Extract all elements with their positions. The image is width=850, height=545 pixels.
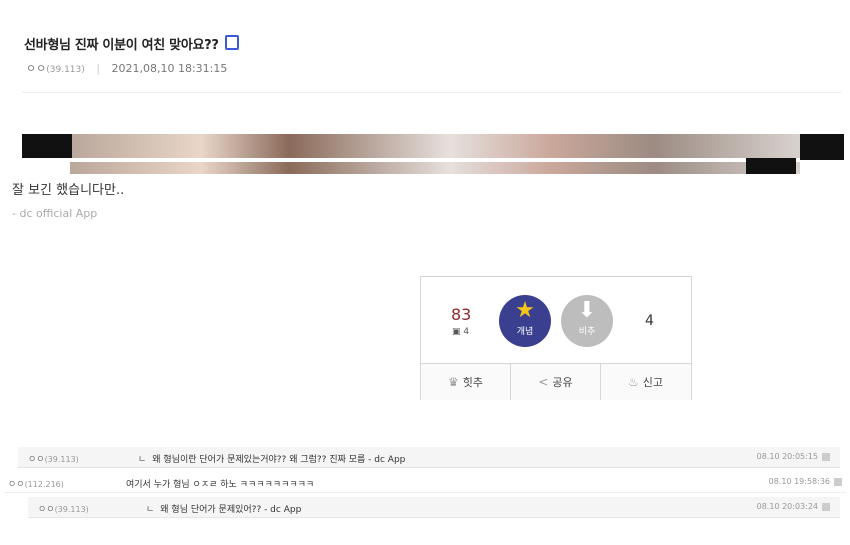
siren-icon: ♨ bbox=[627, 375, 639, 389]
comment-date: 08.10 19:58:36 bbox=[768, 477, 830, 486]
arrow-down-icon: ⬇ bbox=[577, 298, 597, 323]
comment-date: 08.10 20:03:24 bbox=[756, 502, 818, 511]
recommend-box: 83 ▣ 4 ★ 개념 ⬇ 비추 4 ♛ 힛추 < 공유 ♨ 신고 bbox=[420, 276, 692, 400]
post-title: 선바형님 진짜 이분이 여친 맞아요?? bbox=[24, 34, 239, 53]
delete-comment-icon[interactable] bbox=[834, 478, 842, 486]
comment-row: ㅇㅇ(39.113) ㄴ왜 형님 단어가 문제있어?? - dc App 08.… bbox=[28, 497, 840, 518]
meta-separator: | bbox=[96, 62, 100, 75]
fixed-vote-icon: ▣ bbox=[452, 327, 461, 337]
image-blank bbox=[22, 158, 62, 174]
downvote-count: 4 bbox=[645, 313, 654, 329]
fixed-upvote-value: 4 bbox=[463, 327, 470, 337]
post-title-text: 선바형님 진짜 이분이 여친 맞아요?? bbox=[24, 38, 219, 53]
delete-comment-icon[interactable] bbox=[822, 503, 830, 511]
delete-comment-icon[interactable] bbox=[822, 453, 830, 461]
image-gap bbox=[60, 158, 800, 162]
star-icon: ★ bbox=[515, 298, 535, 323]
downvote-label: 비추 bbox=[578, 327, 596, 337]
author-ip: (39.113) bbox=[46, 65, 85, 75]
crown-icon: ♛ bbox=[447, 375, 459, 389]
redaction-block bbox=[22, 134, 72, 160]
post-meta: ㅇㅇ(39.113) | 2021,08,10 18:31:15 bbox=[26, 60, 227, 76]
mobile-post-icon bbox=[224, 35, 239, 50]
reply-arrow: ㄴ bbox=[146, 505, 155, 515]
downvote-button[interactable]: ⬇ 비추 bbox=[561, 295, 613, 347]
comment-text: 여기서 누가 형님 ㅇㅈㄹ 하노 ㅋㅋㅋㅋㅋㅋㅋㅋㅋ bbox=[126, 480, 315, 490]
redaction-block bbox=[800, 134, 844, 160]
comment-text: ㄴ왜 형님 단어가 문제있어?? - dc App bbox=[146, 505, 302, 515]
header-divider bbox=[22, 92, 842, 93]
comment-nick[interactable]: ㅇㅇ(112.216) bbox=[8, 477, 64, 490]
comment-row: ㅇㅇ(112.216) 여기서 누가 형님 ㅇㅈㄹ 하노 ㅋㅋㅋㅋㅋㅋㅋㅋㅋ 0… bbox=[4, 472, 846, 493]
hit-recommend-label: 힛추 bbox=[462, 376, 483, 389]
comment-nick[interactable]: ㅇㅇ(39.113) bbox=[28, 452, 79, 465]
reply-arrow: ㄴ bbox=[138, 455, 147, 465]
post-body-text: 잘 보긴 했습니다만.. bbox=[12, 183, 125, 198]
share-icon: < bbox=[538, 375, 549, 389]
upvote-button[interactable]: ★ 개념 bbox=[499, 295, 551, 347]
share-button[interactable]: < 공유 bbox=[510, 364, 600, 400]
post-image[interactable] bbox=[22, 134, 844, 174]
comment-date: 08.10 20:05:15 bbox=[756, 452, 818, 461]
upvote-label: 개념 bbox=[516, 327, 534, 337]
share-label: 공유 bbox=[552, 376, 573, 389]
post-datetime: 2021,08,10 18:31:15 bbox=[111, 62, 228, 75]
comment-text: ㄴ왜 형님이란 단어가 문제있는거야?? 왜 그럼?? 진짜 모름 - dc A… bbox=[138, 455, 406, 465]
report-label: 신고 bbox=[642, 376, 663, 389]
photo-area bbox=[70, 134, 800, 174]
redaction-block bbox=[746, 158, 796, 174]
report-button[interactable]: ♨ 신고 bbox=[600, 364, 690, 400]
recommend-panel: 83 ▣ 4 ★ 개념 ⬇ 비추 4 bbox=[421, 277, 691, 361]
app-signature: - dc official App bbox=[12, 207, 98, 220]
fixed-upvote-count: ▣ 4 bbox=[452, 327, 469, 337]
hit-recommend-button[interactable]: ♛ 힛추 bbox=[421, 364, 510, 400]
upvote-count: 83 bbox=[451, 305, 472, 324]
comment-nick[interactable]: ㅇㅇ(39.113) bbox=[38, 502, 89, 515]
recommend-actions: ♛ 힛추 < 공유 ♨ 신고 bbox=[421, 363, 691, 400]
author-nick[interactable]: ㅇㅇ bbox=[26, 62, 46, 75]
comment-row: ㅇㅇ(39.113) ㄴ왜 형님이란 단어가 문제있는거야?? 왜 그럼?? 진… bbox=[18, 447, 840, 468]
